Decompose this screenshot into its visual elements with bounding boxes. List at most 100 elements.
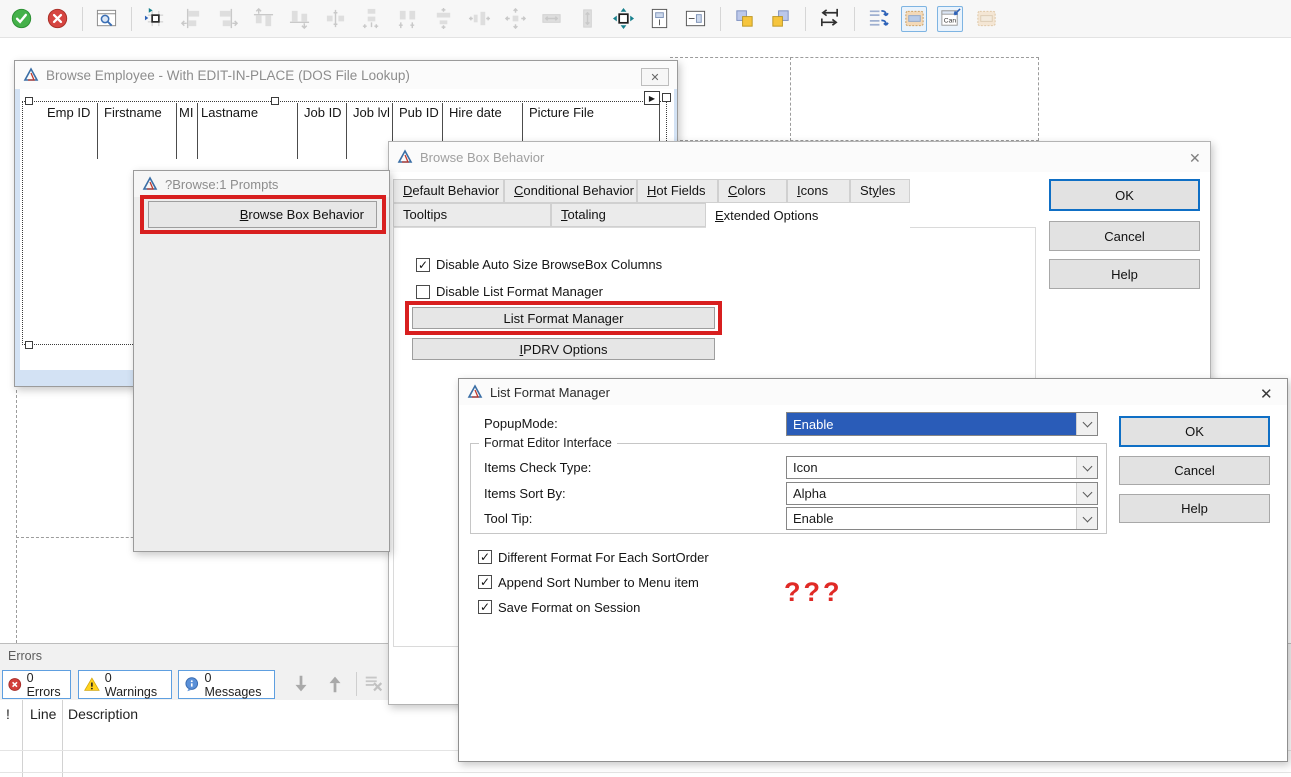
errors-col-separator — [22, 700, 23, 777]
align-bottom-icon[interactable] — [286, 6, 312, 32]
populate-cancel-button-icon[interactable]: Can — [937, 6, 963, 32]
bbb-titlebar[interactable]: Browse Box Behavior — [389, 142, 1210, 172]
populate-column-icon[interactable] — [901, 6, 927, 32]
error-icon — [8, 676, 22, 693]
set-tab-order-icon[interactable] — [816, 6, 842, 32]
cancel-icon[interactable] — [44, 6, 70, 32]
close-button[interactable]: ✕ — [641, 68, 669, 86]
selection-handle[interactable] — [271, 97, 279, 105]
ok-button[interactable]: OK — [1119, 416, 1270, 447]
resync-list-icon[interactable] — [865, 6, 891, 32]
disable-auto-size-checkbox[interactable] — [416, 258, 430, 272]
chevron-down-icon[interactable] — [1076, 457, 1097, 478]
prompts-titlebar[interactable]: ?Browse:1 Prompts — [134, 171, 389, 197]
spread-vertically-icon[interactable] — [430, 6, 456, 32]
items-check-type-label: Items Check Type: — [484, 460, 591, 475]
same-width-icon[interactable] — [538, 6, 564, 32]
center-vertical-in-window-icon[interactable] — [682, 6, 708, 32]
question-marks-annotation: ??? — [784, 577, 842, 608]
errors-row-line — [0, 772, 1291, 773]
close-icon[interactable]: ✕ — [1260, 385, 1273, 403]
messages-count-label: 0 Messages — [205, 671, 266, 699]
clear-errors-icon[interactable] — [363, 673, 385, 698]
popup-mode-label: PopupMode: — [484, 416, 558, 431]
errors-count-label: 0 Errors — [27, 671, 62, 699]
column-drag-button[interactable]: ▶ — [644, 91, 660, 105]
tool-tip-value: Enable — [787, 508, 1076, 529]
browse-box-behavior-button[interactable]: Browse Box Behavior — [148, 201, 377, 228]
tab-default-behavior[interactable]: Default Behavior — [393, 179, 504, 203]
save-format-label: Save Format on Session — [498, 600, 640, 615]
populate-field-icon[interactable] — [973, 6, 999, 32]
spread-horizontally-icon[interactable] — [466, 6, 492, 32]
clarion-icon — [397, 149, 413, 165]
disable-list-format-checkbox[interactable] — [416, 285, 430, 299]
resize-to-fit-icon[interactable] — [610, 6, 636, 32]
tab-hot-fields[interactable]: Hot Fields — [637, 179, 718, 203]
center-in-parent-icon[interactable] — [502, 6, 528, 32]
items-sort-by-value: Alpha — [787, 483, 1076, 504]
send-backward-icon[interactable] — [767, 6, 793, 32]
lfm-titlebar[interactable]: List Format Manager — [459, 379, 1287, 405]
snap-to-grid-icon[interactable] — [142, 6, 168, 32]
designer-guide-divider — [790, 57, 791, 141]
next-error-icon[interactable] — [290, 673, 312, 698]
align-left-icon[interactable] — [178, 6, 204, 32]
save-format-checkbox[interactable] — [478, 600, 492, 614]
tab-tooltips[interactable]: Tooltips — [393, 203, 551, 227]
distribute-vertically-icon[interactable] — [358, 6, 384, 32]
window-title: ?Browse:1 Prompts — [165, 177, 278, 192]
help-button[interactable]: Help — [1119, 494, 1270, 523]
browse-employee-titlebar[interactable]: Browse Employee - With EDIT-IN-PLACE (DO… — [15, 61, 677, 89]
selection-handle[interactable] — [662, 93, 671, 102]
cancel-button[interactable]: Cancel — [1119, 456, 1270, 485]
tool-tip-label: Tool Tip: — [484, 511, 532, 526]
errors-col-flag: ! — [6, 706, 10, 722]
tab-totaling[interactable]: Totaling — [551, 203, 706, 227]
items-sort-by-select[interactable]: Alpha — [786, 482, 1098, 505]
disable-auto-size-label: Disable Auto Size BrowseBox Columns — [436, 257, 662, 272]
tab-conditional-behavior[interactable]: Conditional Behavior — [504, 179, 637, 203]
popup-mode-select[interactable]: Enable — [786, 412, 1098, 436]
align-top-icon[interactable] — [250, 6, 276, 32]
ipdrv-options-button[interactable]: IPDRV Options — [412, 338, 715, 360]
tab-styles[interactable]: Styles — [850, 179, 910, 203]
dialog-title: List Format Manager — [490, 385, 610, 400]
chevron-down-icon[interactable] — [1076, 508, 1097, 529]
list-format-manager-dialog[interactable]: List Format Manager ✕ PopupMode: Enable … — [458, 378, 1288, 762]
main-toolbar: Can — [0, 0, 1291, 38]
clarion-icon — [142, 176, 158, 192]
apply-icon[interactable] — [8, 6, 34, 32]
close-icon[interactable]: ✕ — [1189, 150, 1201, 167]
list-format-manager-button[interactable]: List Format Manager — [412, 307, 715, 329]
align-right-icon[interactable] — [214, 6, 240, 32]
same-height-icon[interactable] — [574, 6, 600, 32]
tab-icons[interactable]: Icons — [787, 179, 850, 203]
errors-toggle-button[interactable]: 0 Errors — [2, 670, 71, 699]
chevron-down-icon[interactable] — [1076, 483, 1097, 504]
toolbar-separator — [131, 7, 132, 31]
messages-toggle-button[interactable]: 0 Messages — [178, 670, 275, 699]
previous-error-icon[interactable] — [324, 673, 346, 698]
cancel-button[interactable]: Cancel — [1049, 221, 1200, 251]
warnings-toggle-button[interactable]: 0 Warnings — [78, 670, 172, 699]
distribute-horizontally-icon[interactable] — [394, 6, 420, 32]
tool-tip-select[interactable]: Enable — [786, 507, 1098, 530]
ok-button[interactable]: OK — [1049, 179, 1200, 211]
tab-extended-options[interactable]: Extended Options — [706, 203, 910, 229]
errors-col-separator — [62, 700, 63, 777]
center-horizontally-icon[interactable] — [322, 6, 348, 32]
selection-handle[interactable] — [25, 97, 33, 105]
chevron-down-icon[interactable] — [1076, 413, 1097, 435]
tab-colors[interactable]: Colors — [718, 179, 787, 203]
help-button[interactable]: Help — [1049, 259, 1200, 289]
preview-window-icon[interactable] — [93, 6, 119, 32]
items-check-type-select[interactable]: Icon — [786, 456, 1098, 479]
bring-forward-icon[interactable] — [731, 6, 757, 32]
format-editor-group-label: Format Editor Interface — [479, 436, 617, 450]
center-horizontal-in-window-icon[interactable] — [646, 6, 672, 32]
browse-prompts-window[interactable]: ?Browse:1 Prompts Browse Box Behavior — [133, 170, 390, 552]
different-format-checkbox[interactable] — [478, 550, 492, 564]
selection-handle[interactable] — [25, 341, 33, 349]
append-sort-number-checkbox[interactable] — [478, 575, 492, 589]
